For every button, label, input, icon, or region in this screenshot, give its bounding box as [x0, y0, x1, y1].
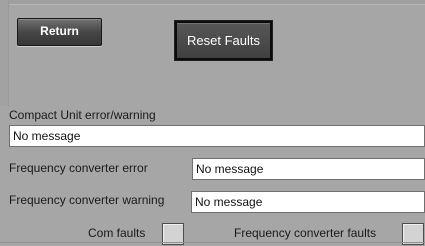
top-border: [0, 0, 425, 5]
frequency-converter-warning-label: Frequency converter warning: [9, 193, 165, 207]
com-faults-label: Com faults: [88, 226, 146, 240]
reset-faults-button[interactable]: Reset Faults: [174, 20, 273, 61]
frequency-converter-error-field: No message: [192, 158, 425, 180]
compact-unit-message-field: No message: [9, 125, 425, 147]
left-border: [0, 0, 9, 106]
compact-unit-label: Compact Unit error/warning: [9, 108, 156, 122]
faults-panel: Return Reset Faults Compact Unit error/w…: [0, 0, 425, 246]
return-button[interactable]: Return: [17, 18, 102, 46]
bottom-divider: [0, 242, 425, 243]
frequency-converter-warning-field: No message: [191, 191, 425, 213]
frequency-converter-faults-label: Frequency converter faults: [234, 226, 377, 240]
frequency-converter-error-label: Frequency converter error: [9, 161, 148, 175]
